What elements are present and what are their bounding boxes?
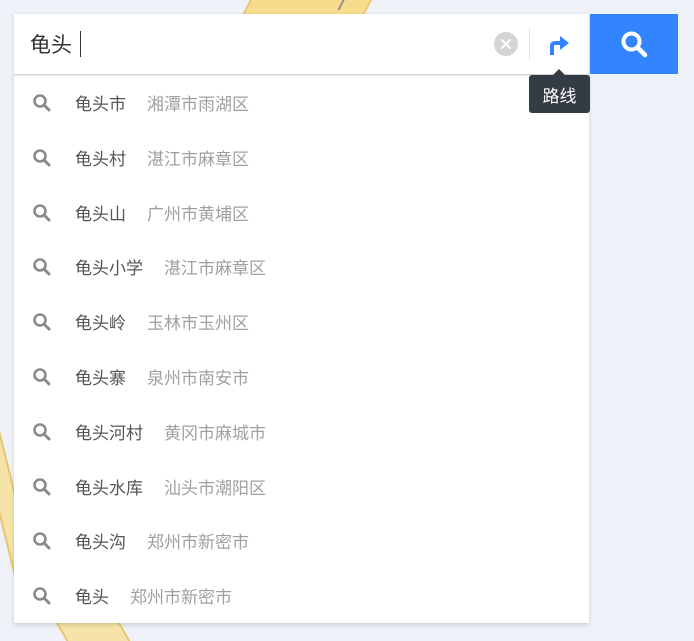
suggestion-item[interactable]: 龟头山 广州市黄埔区	[14, 185, 589, 240]
suggestion-text: 龟头市 湘潭市雨湖区	[75, 90, 249, 115]
clear-button[interactable]	[494, 32, 518, 56]
suggestion-item[interactable]: 龟头村 湛江市麻章区	[14, 130, 589, 185]
search-icon	[33, 477, 51, 496]
suggestion-area: 郑州市新密市	[130, 588, 232, 609]
suggestion-area: 郑州市新密市	[147, 533, 249, 554]
suggestion-name: 龟头	[75, 588, 109, 609]
suggestion-text: 龟头寨 泉州市南安市	[75, 364, 249, 389]
suggestion-area: 湛江市麻章区	[164, 259, 266, 280]
suggestion-list: 龟头市 湘潭市雨湖区 龟头村 湛江市麻章区 龟头山 广州市黄埔区 龟头小学 湛江市麻章区 龟头岭…	[14, 74, 589, 623]
suggestion-name: 龟头沟	[75, 533, 126, 554]
suggestion-name: 龟头寨	[75, 369, 126, 389]
suggestion-name: 龟头河村	[75, 423, 143, 444]
divider	[529, 28, 530, 60]
route-button[interactable]	[539, 24, 579, 64]
suggestion-name: 龟头小学	[75, 259, 143, 280]
clear-circle-icon	[501, 39, 511, 49]
text-caret	[80, 31, 81, 57]
suggestion-area: 玉林市玉州区	[147, 314, 249, 335]
suggestion-text: 龟头沟 郑州市新密市	[75, 528, 249, 553]
suggestion-text: 龟头山 广州市黄埔区	[75, 200, 249, 225]
suggestion-name: 龟头山	[75, 204, 126, 225]
suggestion-name: 龟头岭	[75, 314, 126, 335]
route-tooltip: 路线	[529, 69, 590, 113]
route-turn-icon	[550, 36, 569, 55]
search-icon	[33, 94, 51, 112]
suggestion-area: 泉州市南安市	[147, 369, 249, 389]
suggestion-text: 龟头水库 汕头市潮阳区	[75, 474, 266, 499]
suggestion-text: 龟头小学 湛江市麻章区	[75, 254, 266, 279]
suggestion-item[interactable]: 龟头市 湘潭市雨湖区	[14, 75, 589, 130]
suggestion-name: 龟头水库	[75, 478, 143, 499]
suggestion-item[interactable]: 龟头岭 玉林市玉州区	[14, 294, 589, 349]
suggestion-area: 湘潭市雨湖区	[147, 95, 249, 115]
suggestion-text: 龟头村 湛江市麻章区	[75, 145, 249, 170]
magnifier-icon	[621, 31, 648, 58]
suggestion-item[interactable]: 龟头水库 汕头市潮阳区	[14, 459, 589, 514]
search-icon	[33, 258, 51, 276]
search-box	[14, 14, 589, 74]
search-input[interactable]	[14, 14, 484, 74]
search-icon	[33, 532, 51, 550]
search-button[interactable]	[590, 14, 678, 74]
suggestion-item[interactable]: 龟头小学 湛江市麻章区	[14, 239, 589, 294]
suggestion-area: 湛江市麻章区	[147, 149, 249, 170]
suggestion-name: 龟头村	[75, 149, 126, 170]
suggestion-area: 广州市黄埔区	[147, 204, 249, 225]
suggestion-area: 汕头市潮阳区	[164, 478, 266, 499]
search-icon	[33, 422, 51, 441]
search-icon	[33, 587, 51, 605]
suggestion-item[interactable]: 龟头河村 黄冈市麻城市	[14, 404, 589, 459]
suggestion-text: 龟头 郑州市新密市	[75, 583, 232, 608]
suggestion-area: 黄冈市麻城市	[164, 423, 266, 444]
suggestion-name: 龟头市	[75, 95, 126, 115]
suggestion-text: 龟头岭 玉林市玉州区	[75, 309, 249, 334]
suggestion-text: 龟头河村 黄冈市麻城市	[75, 419, 266, 444]
search-icon	[33, 368, 51, 386]
suggestion-item[interactable]: 龟头 郑州市新密市	[14, 568, 589, 623]
suggestion-item[interactable]: 龟头沟 郑州市新密市	[14, 513, 589, 568]
search-icon	[33, 148, 51, 167]
suggestion-item[interactable]: 龟头寨 泉州市南安市	[14, 349, 589, 404]
search-icon	[33, 313, 51, 331]
search-icon	[33, 203, 51, 222]
